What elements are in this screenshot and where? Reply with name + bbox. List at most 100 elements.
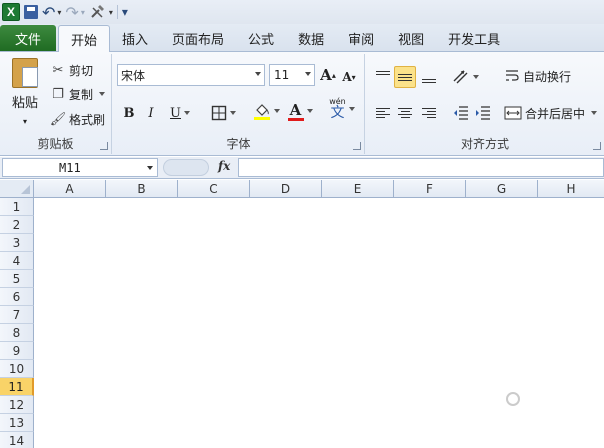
italic-button[interactable]: I	[141, 102, 161, 124]
column-header-e[interactable]: E	[322, 180, 394, 198]
align-bottom-icon	[422, 79, 436, 80]
row-header-12[interactable]: 12	[0, 396, 34, 414]
align-middle-button[interactable]	[394, 66, 416, 88]
row-header-6[interactable]: 6	[0, 288, 34, 306]
shrink-font-button[interactable]: A ▾	[341, 66, 357, 88]
row-header-8[interactable]: 8	[0, 324, 34, 342]
column-header-d[interactable]: D	[250, 180, 322, 198]
copy-button[interactable]: ❐ 复制	[50, 84, 106, 104]
copy-dropdown-icon[interactable]	[99, 92, 106, 96]
row-header-11[interactable]: 11	[0, 378, 34, 396]
column-header-c[interactable]: C	[178, 180, 250, 198]
row-header-4[interactable]: 4	[0, 252, 34, 270]
row-header-1[interactable]: 1	[0, 198, 34, 216]
format-painter-button[interactable]: 🖌 格式刷	[50, 109, 105, 129]
font-color-button[interactable]: A	[285, 100, 315, 122]
underline-button[interactable]: U	[165, 102, 195, 124]
clipboard-launcher-icon[interactable]	[100, 142, 108, 150]
tools-button[interactable]	[89, 3, 107, 21]
column-header-a[interactable]: A	[34, 180, 106, 198]
grow-font-button[interactable]: A ▴	[319, 64, 337, 86]
font-launcher-icon[interactable]	[353, 142, 361, 150]
tab-file[interactable]: 文件	[0, 25, 56, 51]
tab-developer[interactable]: 开发工具	[436, 25, 512, 51]
customize-qat-button[interactable]: ▾	[122, 3, 128, 21]
merge-cells-icon	[504, 106, 522, 120]
paste-button[interactable]: 粘贴 ▾	[6, 58, 44, 130]
select-all-button[interactable]	[0, 180, 34, 198]
paste-dropdown-icon[interactable]: ▾	[23, 117, 27, 126]
redo-button[interactable]: ↷	[65, 3, 78, 22]
formula-input[interactable]	[238, 158, 604, 177]
undo-button[interactable]: ↶	[42, 3, 55, 22]
alignment-launcher-icon[interactable]	[593, 142, 601, 150]
column-header-h[interactable]: H	[538, 180, 604, 198]
phonetic-button[interactable]: wén 文	[325, 98, 359, 120]
borders-icon	[211, 105, 226, 121]
align-right-button[interactable]	[418, 102, 440, 124]
borders-dropdown-icon[interactable]	[229, 111, 236, 115]
row-header-10[interactable]: 10	[0, 360, 34, 378]
font-size-dropdown-icon[interactable]	[305, 72, 311, 76]
alignment-group: 自动换行 合并后居中 对齐方式	[366, 54, 604, 154]
tools-dropdown-icon[interactable]: ▾	[109, 8, 113, 17]
tab-view[interactable]: 视图	[386, 25, 436, 51]
align-top-button[interactable]	[372, 66, 394, 88]
font-size-value: 11	[274, 68, 290, 82]
name-box[interactable]: M11	[2, 158, 158, 177]
undo-dropdown-icon[interactable]: ▾	[57, 8, 61, 17]
increase-indent-button[interactable]	[472, 102, 494, 124]
row-header-3[interactable]: 3	[0, 234, 34, 252]
clipboard-group-label: 剪贴板	[37, 137, 74, 151]
tab-data[interactable]: 数据	[286, 25, 336, 51]
bold-button[interactable]: B	[119, 102, 139, 124]
formula-controls-pill	[163, 159, 209, 176]
font-name-dropdown-icon[interactable]	[255, 72, 261, 76]
align-center-button[interactable]	[394, 102, 416, 124]
tab-home[interactable]: 开始	[58, 25, 111, 52]
clipboard-icon	[12, 58, 38, 88]
align-top-icon	[376, 71, 390, 72]
name-box-dropdown-icon[interactable]	[147, 166, 153, 170]
merge-center-dropdown-icon[interactable]	[591, 111, 598, 115]
row-header-9[interactable]: 9	[0, 342, 34, 360]
insert-function-button[interactable]: fx	[218, 159, 230, 173]
grow-font-icon: A	[320, 66, 332, 84]
tab-insert[interactable]: 插入	[110, 25, 160, 51]
fill-color-dropdown-icon[interactable]	[273, 109, 280, 113]
paintbrush-icon: 🖌	[49, 111, 67, 127]
tab-page-layout[interactable]: 页面布局	[160, 25, 236, 51]
decrease-indent-button[interactable]	[450, 102, 472, 124]
font-group-label: 字体	[226, 137, 251, 151]
row-header-7[interactable]: 7	[0, 306, 34, 324]
row-header-5[interactable]: 5	[0, 270, 34, 288]
wrap-text-button[interactable]: 自动换行	[504, 66, 571, 86]
fill-color-button[interactable]	[251, 100, 281, 122]
align-left-button[interactable]	[372, 102, 394, 124]
tab-formulas[interactable]: 公式	[236, 25, 286, 51]
row-header-13[interactable]: 13	[0, 414, 34, 432]
save-button[interactable]	[24, 3, 38, 21]
borders-button[interactable]	[207, 102, 239, 124]
ribbon-home: 粘贴 ▾ ✂ 剪切 ❐ 复制 🖌 格式刷 剪贴板 宋体 11 A ▴ A ▾ B…	[0, 52, 604, 156]
column-header-f[interactable]: F	[394, 180, 466, 198]
redo-dropdown-icon[interactable]: ▾	[81, 8, 85, 17]
orientation-button[interactable]	[450, 66, 480, 88]
row-header-14[interactable]: 14	[0, 432, 34, 448]
row-header-2[interactable]: 2	[0, 216, 34, 234]
orientation-dropdown-icon[interactable]	[472, 75, 479, 79]
font-name-combo[interactable]: 宋体	[117, 64, 265, 86]
underline-dropdown-icon[interactable]	[183, 111, 190, 115]
font-size-combo[interactable]: 11	[269, 64, 315, 86]
cell-area[interactable]	[34, 198, 604, 448]
column-header-g[interactable]: G	[466, 180, 538, 198]
cut-button[interactable]: ✂ 剪切	[50, 60, 93, 80]
align-bottom-button[interactable]	[418, 66, 440, 88]
tab-review[interactable]: 审阅	[336, 25, 386, 51]
excel-logo-icon[interactable]: X	[2, 3, 20, 21]
phonetic-dropdown-icon[interactable]	[348, 107, 355, 111]
merge-center-button[interactable]: 合并后居中	[504, 103, 598, 123]
font-color-icon: A	[289, 101, 302, 119]
column-header-b[interactable]: B	[106, 180, 178, 198]
font-color-dropdown-icon[interactable]	[306, 109, 313, 113]
